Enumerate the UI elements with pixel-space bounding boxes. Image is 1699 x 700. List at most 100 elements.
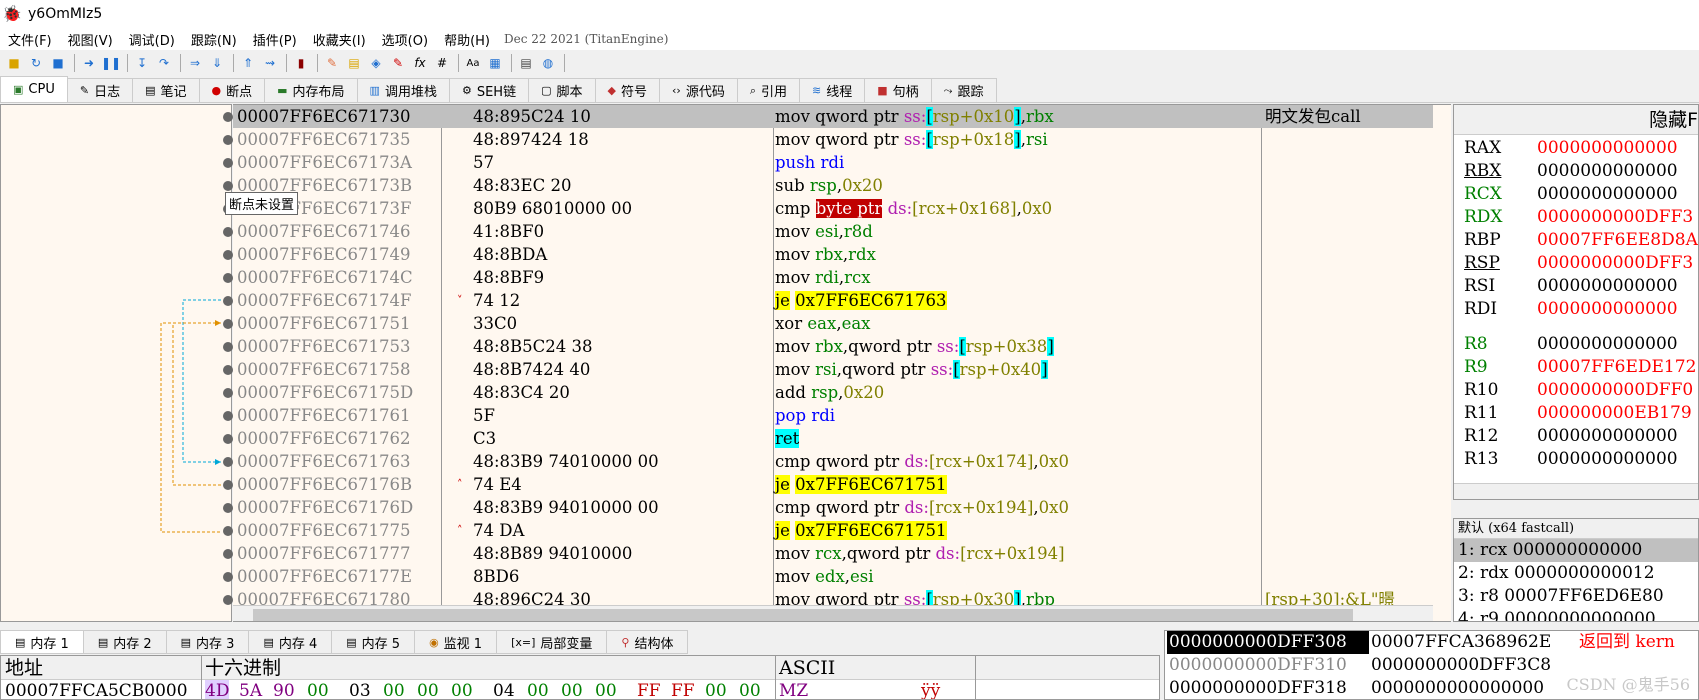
breakpoint-dot[interactable] xyxy=(223,526,233,536)
stop-icon[interactable]: ■ xyxy=(48,53,68,73)
menu-favourites[interactable]: 收藏夹(I) xyxy=(305,30,374,49)
disasm-row[interactable]: 00007FF6EC671763 48:83B9 74010000 00 cmp… xyxy=(233,450,1433,473)
patch-icon[interactable]: ✎ xyxy=(322,53,342,73)
disasm-row[interactable]: 00007FF6EC671762 C3 ret xyxy=(233,427,1433,450)
tab-references[interactable]: ⌕ 引用 xyxy=(736,78,801,102)
disasm-row[interactable]: 00007FF6EC67174C 48:8BF9 mov rdi,rcx xyxy=(233,266,1433,289)
tab-notes[interactable]: ▤ 笔记 xyxy=(132,78,200,102)
disasm-row[interactable]: 00007FF6EC67175D 48:83C4 20 add rsp,0x20 xyxy=(233,381,1433,404)
breakpoint-dot[interactable] xyxy=(223,411,233,421)
disasm-row[interactable]: 00007FF6EC67174F ˅ 74 12 je 0x7FF6EC6717… xyxy=(233,289,1433,312)
tab-threads[interactable]: ≋ 线程 xyxy=(799,78,866,102)
breakpoint-dot[interactable] xyxy=(223,112,233,122)
breakpoint-dot[interactable] xyxy=(223,388,233,398)
disasm-row[interactable]: 00007FF6EC67173B 48:83EC 20 sub rsp,0x20 xyxy=(233,174,1433,197)
breakpoint-dot[interactable] xyxy=(223,572,233,582)
tab-dump-5[interactable]: ▤ 内存 5 xyxy=(331,630,416,654)
breakpoint-dot[interactable] xyxy=(223,434,233,444)
breakpoint-dot[interactable] xyxy=(223,158,233,168)
trace-over-icon[interactable]: ⇓ xyxy=(207,53,227,73)
registers-panel[interactable]: 隐藏F RAX 0000000000000 RBX 0000000000000 RC… xyxy=(1453,104,1699,500)
menu-file[interactable]: 文件(F) xyxy=(0,30,60,49)
disasm-row[interactable]: 00007FF6EC671751 33C0 xor eax,eax xyxy=(233,312,1433,335)
branch-gutter[interactable] xyxy=(0,104,233,622)
calling-convention-selector[interactable]: 默认 (x64 fastcall) xyxy=(1454,519,1698,539)
run-to-user-icon[interactable]: ⇑ xyxy=(238,53,258,73)
memory-dump[interactable]: 地址 十六进制 ASCII 00007FFCA5CB0000 4D 5A 90 … xyxy=(0,655,1160,700)
restart-icon[interactable]: ↻ xyxy=(26,53,46,73)
script-icon[interactable]: ▮ xyxy=(291,53,311,73)
disasm-row[interactable]: 00007FF6EC671775 ˄ 74 DA je 0x7FF6EC6717… xyxy=(233,519,1433,542)
argument-row[interactable]: 3: r8 00007FF6ED6E80 xyxy=(1454,585,1698,608)
breakpoint-dot[interactable] xyxy=(223,319,233,329)
menu-plugins[interactable]: 插件(P) xyxy=(245,30,305,49)
disasm-row[interactable]: 00007FF6EC671758 48:8B7424 40 mov rsi,qw… xyxy=(233,358,1433,381)
pause-icon[interactable]: ❚❚ xyxy=(101,53,121,73)
tab-struct[interactable]: ⚲ 结构体 xyxy=(606,630,689,654)
tab-source[interactable]: ‹› 源代码 xyxy=(659,78,738,102)
breakpoint-dot[interactable] xyxy=(223,135,233,145)
trace-into-icon[interactable]: ⇒ xyxy=(185,53,205,73)
run-icon[interactable]: ➜ xyxy=(79,53,99,73)
breakpoint-dot[interactable] xyxy=(223,273,233,283)
hash-icon[interactable]: # xyxy=(432,53,452,73)
disasm-row[interactable]: 00007FF6EC671777 48:8B89 94010000 mov rc… xyxy=(233,542,1433,565)
dump-row-ascii[interactable]: MZ xyxy=(779,680,808,699)
disasm-row[interactable]: 00007FF6EC671730 48:895C24 10 mov qword … xyxy=(233,105,1433,128)
menu-options[interactable]: 选项(O) xyxy=(374,30,436,49)
disasm-row[interactable]: 00007FF6EC671746 41:8BF0 mov esi,r8d xyxy=(233,220,1433,243)
breakpoint-dot[interactable] xyxy=(223,365,233,375)
open-icon[interactable]: ■ xyxy=(4,53,24,73)
tab-dump-1[interactable]: ▤ 内存 1 xyxy=(0,630,84,654)
registers-horizontal-scrollbar[interactable] xyxy=(1454,483,1698,499)
disasm-row[interactable]: 00007FF6EC671749 48:8BDA mov rbx,rdx xyxy=(233,243,1433,266)
disasm-row[interactable]: 00007FF6EC67177E 8BD6 mov edx,esi xyxy=(233,565,1433,588)
argument-row[interactable]: 1: rcx 000000000000 xyxy=(1454,539,1698,562)
tab-watch-1[interactable]: ◉ 监视 1 xyxy=(414,630,498,654)
disasm-row[interactable]: 00007FF6EC671735 48:897424 18 mov qword … xyxy=(233,128,1433,151)
disasm-row[interactable]: 00007FF6EC671753 48:8B5C24 38 mov rbx,qw… xyxy=(233,335,1433,358)
step-over-icon[interactable]: ↷ xyxy=(154,53,174,73)
globe-icon[interactable]: ◍ xyxy=(538,53,558,73)
stack-row[interactable]: 0000000000DFF308 00007FFCA368962E 返回到 ke… xyxy=(1165,631,1698,654)
breakpoint-dot[interactable] xyxy=(223,227,233,237)
dump-row-address[interactable]: 00007FFCA5CB0000 xyxy=(5,680,188,699)
bookmarks-icon[interactable]: ✎ xyxy=(388,53,408,73)
dump-row-bytes[interactable]: 4D 5A 90 00 03 00 00 00 04 00 00 00 FF F… xyxy=(205,680,771,699)
registers-header[interactable]: 隐藏F xyxy=(1454,105,1698,135)
tab-log[interactable]: ✎ 日志 xyxy=(66,78,134,102)
font-icon[interactable]: Aa xyxy=(463,53,483,73)
tab-dump-2[interactable]: ▤ 内存 2 xyxy=(82,630,167,654)
breakpoint-dot[interactable] xyxy=(223,549,233,559)
tab-locals[interactable]: [x=] 局部变量 xyxy=(496,630,608,654)
tab-dump-3[interactable]: ▤ 内存 3 xyxy=(165,630,250,654)
breakpoint-dot[interactable] xyxy=(223,457,233,467)
menu-help[interactable]: 帮助(H) xyxy=(436,30,498,49)
disasm-horizontal-scrollbar[interactable] xyxy=(233,605,1433,621)
tab-breakpoints[interactable]: ● 断点 xyxy=(198,78,266,102)
animate-icon[interactable]: ⇝ xyxy=(260,53,280,73)
tab-trace[interactable]: ⤳ 跟踪 xyxy=(930,78,997,102)
breakpoint-dot[interactable] xyxy=(223,250,233,260)
argument-row[interactable]: 4: r9 00000000000000 xyxy=(1454,608,1698,621)
functions-icon[interactable]: fx xyxy=(410,53,430,73)
tab-symbols[interactable]: ◆ 符号 xyxy=(594,78,660,102)
breakpoint-dot[interactable] xyxy=(223,595,233,605)
breakpoint-dot[interactable] xyxy=(223,342,233,352)
disasm-row[interactable]: 00007FF6EC67176B ˄ 74 E4 je 0x7FF6EC6717… xyxy=(233,473,1433,496)
step-into-icon[interactable]: ↧ xyxy=(132,53,152,73)
disasm-row[interactable]: 00007FF6EC67173F 80B9 68010000 00 cmp by… xyxy=(233,197,1433,220)
argument-row[interactable]: 2: rdx 0000000000012 xyxy=(1454,562,1698,585)
calculator-icon[interactable]: ▦ xyxy=(485,53,505,73)
disassembly-view[interactable]: 00007FF6EC671730 48:895C24 10 mov qword … xyxy=(233,104,1451,622)
tab-seh[interactable]: ⚙ SEH链 xyxy=(448,78,530,102)
arguments-panel[interactable]: 默认 (x64 fastcall) 1: rcx 000000000000 2:… xyxy=(1453,518,1699,622)
menu-view[interactable]: 视图(V) xyxy=(60,30,121,49)
labels-icon[interactable]: ◈ xyxy=(366,53,386,73)
breakpoint-dot[interactable] xyxy=(223,296,233,306)
stack-view[interactable]: 0000000000DFF308 00007FFCA368962E 返回到 ke… xyxy=(1164,630,1699,700)
tab-memory-map[interactable]: ▬ 内存布局 xyxy=(264,78,358,102)
tab-dump-4[interactable]: ▤ 内存 4 xyxy=(248,630,333,654)
tab-call-stack[interactable]: ▥ 调用堆栈 xyxy=(356,78,450,102)
disasm-row[interactable]: 00007FF6EC67176D 48:83B9 94010000 00 cmp… xyxy=(233,496,1433,519)
